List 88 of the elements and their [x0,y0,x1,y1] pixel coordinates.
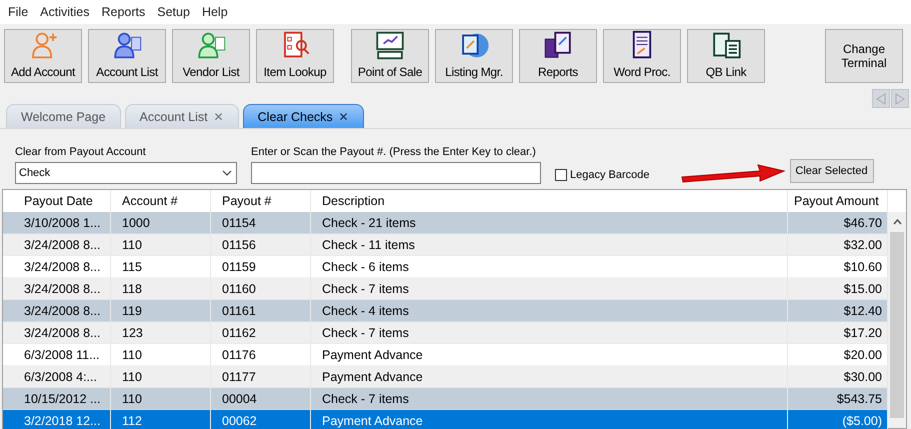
field-label: Clear from Payout Account [15,146,147,158]
scrollbar-thumb[interactable] [890,232,904,418]
table-cell: 6/3/2008 4:... [13,366,111,387]
menu-item[interactable]: Activities [34,5,96,19]
table-cell: 112 [111,410,211,429]
table-cell: 3/24/2008 8... [13,278,111,299]
menu-item[interactable]: Help [196,5,234,19]
toolbar-button[interactable]: Reports [519,29,597,83]
chevron-icon [222,170,232,176]
tab[interactable]: Account List ✕ [124,104,239,128]
table-cell: 115 [111,256,211,277]
table-cell: 01154 [211,212,311,233]
table-cell: Check - 6 items [311,256,788,277]
table-row[interactable]: 6/3/2008 4:... 110 01177 Payment Advance $30.00 [3,366,888,388]
payout-input-field[interactable] [251,162,541,184]
table-cell: Check - 7 items [311,322,788,343]
account-dropdown[interactable]: Check [15,162,237,184]
clear-selected-button[interactable]: Clear Selected [790,159,874,183]
table-cell: 3/10/2008 1... [13,212,111,233]
table-cell: 10/15/2012 ... [13,388,111,409]
tab-label: Clear Checks [258,110,333,124]
table-cell: 00062 [211,410,311,429]
triangle-right-icon [895,92,905,104]
table-cell: 3/24/2008 8... [13,322,111,343]
table-cell: 01176 [211,344,311,365]
menu-item[interactable]: File [2,5,34,19]
change-terminal-button[interactable]: Change Terminal [825,29,903,83]
checkbox[interactable] [555,169,567,181]
table-cell: Check - 7 items [311,278,788,299]
table-row[interactable]: 10/15/2012 ... 110 00004 Check - 7 items $543.75 [3,388,888,410]
table-cell: 118 [111,278,211,299]
table-row[interactable]: 3/10/2008 1... 1000 01154 Check - 21 items $46.70 [3,212,888,234]
menu-item[interactable]: Setup [151,5,196,19]
toolbar-button[interactable]: Point of Sale [351,29,429,83]
table-cell: 01156 [211,234,311,255]
table-cell: Check - 7 items [311,388,788,409]
table-cell: 01162 [211,322,311,343]
toolbar-button[interactable]: Item Lookup [256,29,334,83]
toolbar-icon [542,30,574,61]
toolbar-button[interactable]: QB Link [687,29,765,83]
toolbar-button[interactable]: Vendor List [172,29,250,83]
tab[interactable]: Clear Checks ✕ [242,104,364,128]
table-cell: 6/3/2008 11... [13,344,111,365]
toolbar-button[interactable]: Add Account [4,29,82,83]
triangle-left-icon [876,92,886,104]
table-cell: 01161 [211,300,311,321]
toolbar-icon [710,30,742,61]
toolbar-icon [195,30,227,61]
table-cell: 123 [111,322,211,343]
toolbar-icon [374,30,406,61]
table-cell: 110 [111,388,211,409]
table-cell: 110 [111,234,211,255]
table-cell: 01159 [211,256,311,277]
close-icon[interactable]: ✕ [338,110,349,124]
table-row[interactable]: 3/24/2008 8... 110 01156 Check - 11 items $32.00 [3,234,888,256]
table-cell: Payment Advance [311,410,788,429]
table-cell: Check - 11 items [311,234,788,255]
table-row[interactable]: 3/24/2008 8... 118 01160 Check - 7 items $15.00 [3,278,888,300]
table-cell: 3/24/2008 8... [13,300,111,321]
tab-label: Account List [140,110,208,124]
table-row[interactable]: 3/24/2008 8... 123 01162 Check - 7 items $17.20 [3,322,888,344]
tab-label: Welcome Page [21,110,106,124]
table-row[interactable]: 6/3/2008 11... 110 01176 Payment Advance $20.00 [3,344,888,366]
table-cell: 00004 [211,388,311,409]
table-cell: 01177 [211,366,311,387]
table-cell: 110 [111,344,211,365]
table-row[interactable]: 3/24/2008 8... 115 01159 Check - 6 items $10.60 [3,256,888,278]
table-cell: 1000 [111,212,211,233]
table-cell: 3/24/2008 8... [13,256,111,277]
table-row[interactable]: 3/2/2018 12... 112 00062 Payment Advance ($5.00) [3,410,888,429]
toolbar-button[interactable]: Word Proc. [603,29,681,83]
checkbox-label: Legacy Barcode [570,169,650,181]
toolbar-button[interactable]: Listing Mgr. [435,29,513,83]
toolbar-button[interactable]: Account List [88,29,166,83]
table-cell: Check - 4 items [311,300,788,321]
tab[interactable]: Welcome Page [6,104,121,128]
table-cell: 3/2/2018 12... [13,410,111,429]
table-cell: 119 [111,300,211,321]
toolbar-icon [111,30,143,61]
field-label: Enter or Scan the Payout #. (Press the Enter Key to clear.) [251,146,537,158]
table-cell: 01160 [211,278,311,299]
table-cell: 110 [111,366,211,387]
table-cell: Payment Advance [311,344,788,365]
table-cell: Payment Advance [311,366,788,387]
table-cell: 3/24/2008 8... [13,234,111,255]
table-row[interactable]: 3/24/2008 8... 119 01161 Check - 4 items $12.40 [3,300,888,322]
menu-item[interactable]: Reports [95,5,152,19]
table-cell: Check - 21 items [311,212,788,233]
